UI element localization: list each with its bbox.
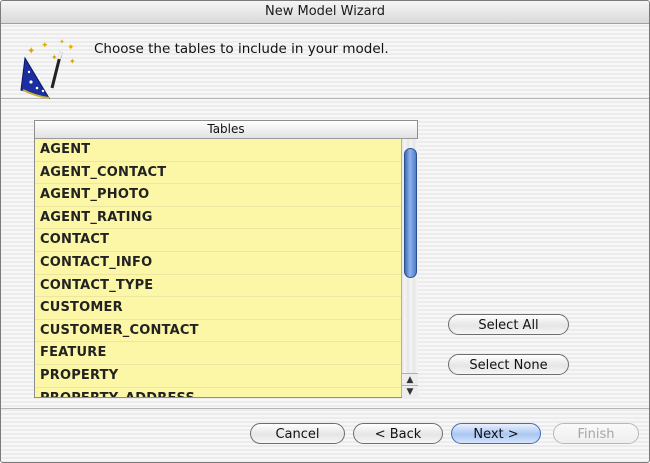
svg-text:✦: ✦: [51, 53, 58, 62]
wizard-hat-wand-icon: ✦ ✦ ✦ ✦ ✦ ✦: [20, 38, 76, 99]
table-row[interactable]: CUSTOMER_CONTACT: [35, 319, 401, 343]
back-button[interactable]: < Back: [353, 423, 443, 444]
tables-list[interactable]: Tables AGENT AGENT_CONTACT AGENT_PHOTO A…: [34, 120, 418, 398]
next-button[interactable]: Next >: [451, 423, 541, 444]
tables-rows: AGENT AGENT_CONTACT AGENT_PHOTO AGENT_RA…: [35, 139, 401, 397]
footer-divider: [1, 408, 649, 409]
cancel-button[interactable]: Cancel: [250, 423, 345, 444]
tables-column-header[interactable]: Tables: [35, 121, 417, 139]
table-row[interactable]: FEATURE: [35, 342, 401, 365]
vertical-scrollbar[interactable]: ▲ ▼: [401, 139, 418, 398]
svg-text:✦: ✦: [41, 41, 49, 51]
table-row[interactable]: AGENT_RATING: [35, 206, 401, 230]
instruction-text: Choose the tables to include in your mod…: [94, 41, 389, 57]
select-none-button[interactable]: Select None: [448, 354, 569, 375]
svg-text:✦: ✦: [67, 43, 75, 53]
wizard-header: ✦ ✦ ✦ ✦ ✦ ✦ Choose the tables to include…: [1, 24, 649, 99]
table-row[interactable]: AGENT: [35, 139, 401, 162]
table-row[interactable]: CONTACT_TYPE: [35, 274, 401, 298]
svg-text:✦: ✦: [59, 38, 65, 46]
svg-text:✦: ✦: [69, 57, 76, 66]
table-row[interactable]: PROPERTY_ADDRESS: [35, 387, 401, 397]
wizard-window: New Model Wizard ✦ ✦ ✦ ✦ ✦ ✦ Choose the …: [0, 0, 650, 463]
select-all-button[interactable]: Select All: [448, 314, 569, 335]
scrollbar-thumb[interactable]: [404, 148, 417, 278]
table-row[interactable]: AGENT_PHOTO: [35, 184, 401, 207]
table-row[interactable]: CONTACT: [35, 229, 401, 252]
table-row[interactable]: CUSTOMER: [35, 297, 401, 320]
window-title: New Model Wizard: [1, 1, 649, 24]
finish-button[interactable]: Finish: [553, 423, 639, 444]
scroll-down-arrow-icon[interactable]: ▼: [402, 385, 418, 398]
table-row[interactable]: PROPERTY: [35, 364, 401, 388]
svg-text:✦: ✦: [27, 46, 35, 57]
table-row[interactable]: AGENT_CONTACT: [35, 161, 401, 185]
table-row[interactable]: CONTACT_INFO: [35, 251, 401, 275]
